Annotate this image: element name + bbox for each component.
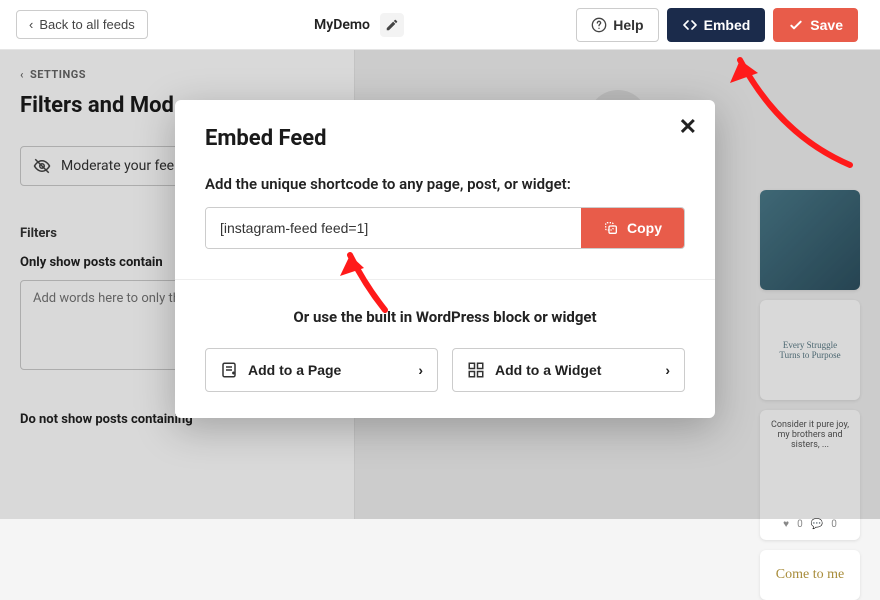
moderate-label: Moderate your fee [61, 158, 174, 174]
page-icon [220, 361, 238, 379]
copy-button[interactable]: Copy [581, 208, 684, 248]
modal-title: Embed Feed [205, 126, 685, 151]
feed-tile[interactable]: Come to me [760, 550, 860, 600]
embed-label: Embed [704, 17, 751, 33]
shortcode-row: Copy [205, 207, 685, 249]
chevron-left-icon: ‹ [29, 17, 33, 32]
settings-back-link[interactable]: ‹ SETTINGS [20, 68, 334, 81]
feed-tile[interactable] [760, 190, 860, 290]
embed-feed-modal: ✕ Embed Feed Add the unique shortcode to… [175, 100, 715, 418]
eye-off-icon [33, 157, 51, 175]
close-icon: ✕ [679, 114, 697, 139]
add-page-label: Add to a Page [248, 362, 341, 378]
check-icon [788, 17, 804, 33]
close-button[interactable]: ✕ [679, 114, 697, 140]
settings-label: SETTINGS [30, 68, 86, 81]
feed-tile[interactable]: Consider it pure joy, my brothers and si… [760, 410, 860, 540]
top-actions: Help Embed Save [570, 2, 864, 48]
heart-icon: ♥ [783, 519, 789, 530]
copy-label: Copy [627, 220, 662, 236]
help-button[interactable]: Help [576, 8, 658, 42]
top-bar: ‹ Back to all feeds MyDemo Help Embed Sa… [0, 0, 880, 50]
tile-caption: Consider it pure joy, my brothers and si… [766, 420, 854, 450]
copy-icon [603, 220, 619, 236]
back-button[interactable]: ‹ Back to all feeds [16, 10, 148, 39]
tile-stats: ♥0 💬0 [783, 519, 837, 530]
chevron-right-icon: › [665, 362, 670, 378]
save-button[interactable]: Save [773, 8, 858, 42]
chevron-right-icon: › [418, 362, 423, 378]
shortcode-input[interactable] [206, 208, 581, 248]
help-icon [591, 17, 607, 33]
comment-icon: 💬 [811, 519, 823, 530]
add-widget-label: Add to a Widget [495, 362, 601, 378]
back-label: Back to all feeds [39, 17, 134, 32]
save-label: Save [810, 17, 843, 33]
or-use-text: Or use the built in WordPress block or w… [205, 308, 685, 326]
modal-subtitle: Add the unique shortcode to any page, po… [205, 175, 685, 193]
feed-title: MyDemo [314, 17, 370, 33]
edit-title-button[interactable] [380, 13, 404, 37]
pencil-icon [385, 18, 399, 32]
add-to-widget-button[interactable]: Add to a Widget › [452, 348, 685, 392]
embed-button[interactable]: Embed [667, 8, 766, 42]
feed-tile[interactable]: Every Struggle Turns to Purpose [760, 300, 860, 400]
help-label: Help [613, 17, 643, 33]
chevron-left-icon: ‹ [20, 68, 24, 81]
widget-icon [467, 361, 485, 379]
add-to-page-button[interactable]: Add to a Page › [205, 348, 438, 392]
code-icon [682, 17, 698, 33]
